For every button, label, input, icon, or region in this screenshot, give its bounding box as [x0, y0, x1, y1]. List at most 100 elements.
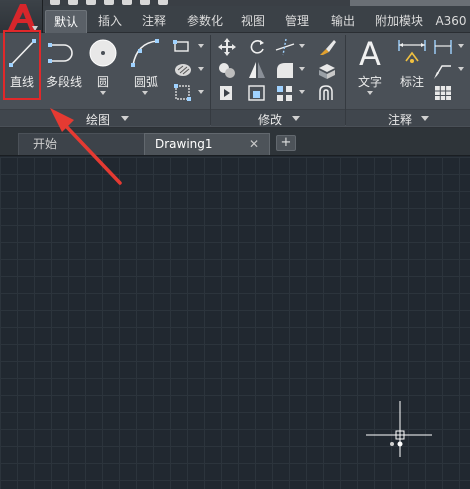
- draw-panel-expand-icon[interactable]: [121, 116, 129, 121]
- fillet-tool-button[interactable]: [274, 60, 296, 80]
- rectangle-dropdown-arrow[interactable]: [198, 44, 204, 48]
- tab-a360[interactable]: A360: [433, 10, 469, 33]
- linear-dim-dropdown-arrow[interactable]: [458, 44, 464, 48]
- autocad-logo-icon: [8, 4, 38, 31]
- ribbon-panel: 直线 多段线 圆 圆弧 A 文字 标注 绘图 修改 注释: [0, 33, 470, 128]
- file-tab-drawing1-label: Drawing1: [155, 137, 213, 151]
- dimension-tool-button[interactable]: 标注: [392, 37, 432, 107]
- polyline-tool-button[interactable]: 多段线: [44, 37, 84, 107]
- explode-icon: [319, 64, 335, 79]
- region-dropdown-arrow[interactable]: [198, 90, 204, 94]
- leader-dropdown-arrow[interactable]: [458, 67, 464, 71]
- trim-tool-button[interactable]: [274, 37, 296, 57]
- leader-button[interactable]: [432, 60, 454, 80]
- circle-tool-button[interactable]: 圆: [83, 37, 123, 107]
- arc-icon: [131, 39, 159, 67]
- circle-tool-label: 圆: [96, 75, 109, 89]
- annotation-panel-footer[interactable]: 注释: [346, 109, 470, 127]
- circle-dropdown-arrow[interactable]: [100, 91, 106, 95]
- copy-tool-button[interactable]: [216, 60, 238, 80]
- text-dropdown-arrow[interactable]: [367, 91, 373, 95]
- annotation-panel-expand-icon[interactable]: [421, 116, 429, 121]
- hatch-icon: [175, 64, 191, 76]
- explode-tool-button[interactable]: [316, 60, 338, 80]
- line-tool-highlight: [3, 30, 41, 100]
- tab-insert[interactable]: 插入: [89, 10, 131, 33]
- qat-open-icon[interactable]: [68, 0, 78, 5]
- circle-icon: [89, 39, 117, 67]
- region-tool-button[interactable]: [172, 83, 194, 103]
- mirror-icon: [249, 62, 265, 78]
- fillet-icon: [277, 63, 293, 78]
- qat-redo-icon[interactable]: [158, 0, 168, 5]
- qat-print-icon[interactable]: [122, 0, 132, 5]
- tab-annotate[interactable]: 注释: [133, 10, 175, 33]
- tab-manage[interactable]: 管理: [277, 10, 317, 33]
- tab-output[interactable]: 输出: [323, 10, 363, 33]
- fillet-dropdown-arrow[interactable]: [299, 67, 305, 71]
- stretch-icon: [220, 86, 232, 100]
- draw-panel-label: 绘图: [86, 113, 111, 127]
- table-button[interactable]: [432, 83, 454, 103]
- qat-save-icon[interactable]: [86, 0, 96, 5]
- trim-dropdown-arrow[interactable]: [299, 44, 305, 48]
- modify-panel-label: 修改: [258, 113, 283, 127]
- trim-icon: [275, 38, 295, 56]
- qat-undo-icon[interactable]: [140, 0, 150, 5]
- polyline-tool-label: 多段线: [45, 75, 82, 89]
- region-icon: [174, 84, 191, 101]
- dimension-icon: [398, 40, 426, 63]
- tab-default[interactable]: 默认: [45, 10, 87, 33]
- annotation-panel-label: 注释: [388, 113, 413, 127]
- array-dropdown-arrow[interactable]: [299, 90, 305, 94]
- file-tab-bar: 开始 Drawing1 ✕ +: [0, 128, 470, 156]
- tab-parametric[interactable]: 参数化: [179, 10, 231, 33]
- rotate-tool-button[interactable]: [246, 37, 268, 57]
- linear-dim-button[interactable]: [432, 37, 454, 57]
- qat-new-icon[interactable]: [50, 0, 60, 5]
- text-tool-button[interactable]: A 文字: [350, 37, 390, 107]
- arc-dropdown-arrow[interactable]: [142, 91, 148, 95]
- rotate-icon: [250, 40, 264, 54]
- rectangle-icon: [173, 40, 189, 52]
- tab-addins[interactable]: 附加模块: [367, 10, 431, 33]
- offset-icon: [319, 85, 333, 100]
- drawing-canvas[interactable]: [0, 157, 470, 489]
- tab-view[interactable]: 视图: [233, 10, 273, 33]
- rectangle-tool-button[interactable]: [172, 37, 194, 57]
- scale-icon: [248, 85, 265, 101]
- text-icon: A: [359, 37, 381, 69]
- modify-panel-footer[interactable]: 修改: [211, 109, 345, 127]
- qat-saveas-icon[interactable]: [104, 0, 114, 5]
- erase-icon: [320, 40, 336, 55]
- svg-text:A: A: [359, 37, 381, 69]
- mirror-tool-button[interactable]: [246, 60, 268, 80]
- draw-panel-footer[interactable]: 绘图: [0, 109, 210, 127]
- hatch-dropdown-arrow[interactable]: [198, 67, 204, 71]
- leader-icon: [434, 65, 451, 79]
- linear-dim-icon: [434, 40, 452, 54]
- move-icon: [218, 38, 236, 56]
- hatch-tool-button[interactable]: [172, 60, 194, 80]
- table-icon: [435, 86, 451, 100]
- polyline-icon: [48, 43, 73, 63]
- file-tab-drawing1[interactable]: Drawing1 ✕: [144, 133, 270, 155]
- array-icon: [277, 86, 292, 101]
- file-tab-start[interactable]: 开始: [18, 133, 146, 155]
- arc-tool-button[interactable]: 圆弧: [125, 37, 167, 107]
- new-tab-button[interactable]: +: [276, 135, 296, 151]
- close-tab-icon[interactable]: ✕: [249, 134, 259, 154]
- dimension-tool-label: 标注: [399, 75, 424, 89]
- crosshair-cursor-icon: [366, 401, 432, 457]
- move-tool-button[interactable]: [216, 37, 238, 57]
- copy-icon: [219, 63, 235, 78]
- stretch-tool-button[interactable]: [216, 83, 238, 103]
- scale-tool-button[interactable]: [246, 83, 268, 103]
- ribbon-tab-bar: 默认 插入 注释 参数化 视图 管理 输出 附加模块 A360: [43, 6, 470, 33]
- erase-tool-button[interactable]: [316, 37, 338, 57]
- arc-tool-label: 圆弧: [133, 75, 158, 89]
- array-tool-button[interactable]: [274, 83, 296, 103]
- offset-tool-button[interactable]: [316, 83, 338, 103]
- text-tool-label: 文字: [357, 75, 382, 89]
- modify-panel-expand-icon[interactable]: [292, 116, 300, 121]
